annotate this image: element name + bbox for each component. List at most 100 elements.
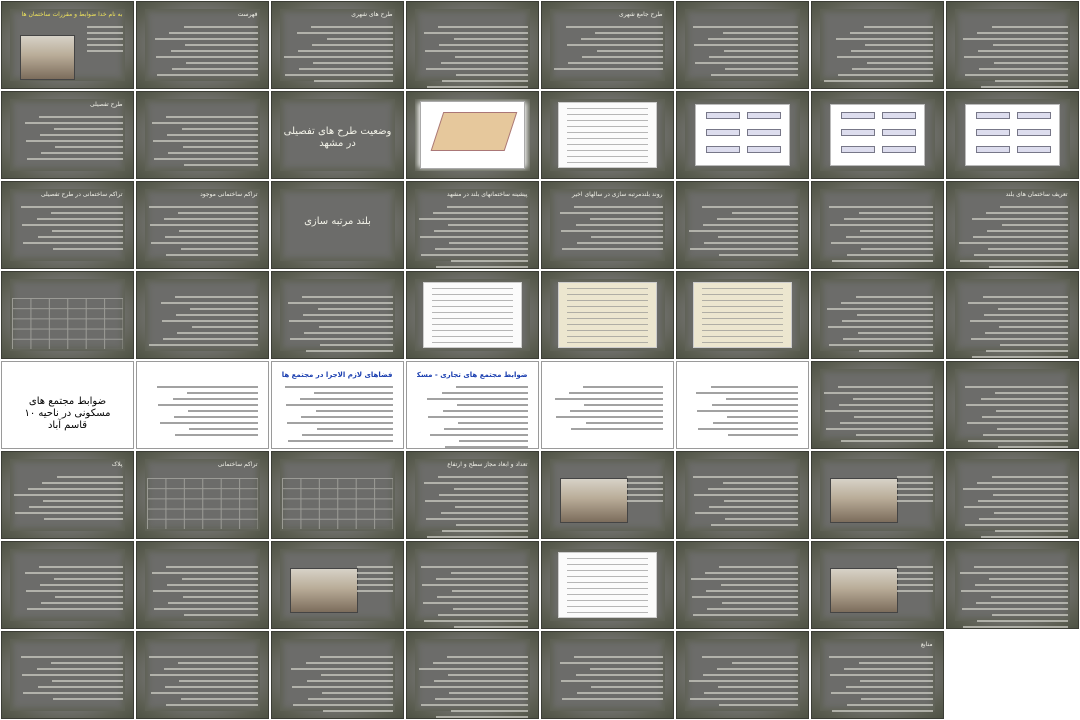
slide-table: [147, 477, 258, 530]
slide-thumbnail[interactable]: [136, 541, 269, 629]
slide-title: فضاهای لازم الاجرا در مجتمع های مسکونی: [282, 370, 393, 379]
slide-thumbnail[interactable]: [946, 451, 1079, 539]
slide-title: فهرست: [237, 10, 258, 18]
slide-thumbnail[interactable]: [946, 271, 1079, 359]
slide-thumbnail[interactable]: [406, 271, 539, 359]
slide-thumbnail[interactable]: [811, 181, 944, 269]
document-page: [557, 102, 658, 168]
slide-thumbnail[interactable]: [946, 91, 1079, 179]
chart-box: [747, 112, 782, 119]
slide-thumbnail[interactable]: [676, 451, 809, 539]
slide-text-lines: [687, 386, 798, 439]
slide-text-lines: [957, 206, 1068, 268]
slide-thumbnail[interactable]: تعریف ساختمان های بلند: [946, 181, 1079, 269]
slide-thumbnail[interactable]: [271, 271, 404, 359]
slide-table: [12, 297, 123, 350]
slide-thumbnail[interactable]: منابع: [811, 631, 944, 719]
slide-thumbnail[interactable]: طرح تفصیلی: [1, 91, 134, 179]
city-map: [420, 100, 525, 170]
slide-text-lines: [12, 476, 123, 529]
slide-title: تعریف ساختمان های بلند: [1005, 190, 1068, 198]
slide-text-lines: [417, 656, 528, 718]
slide-text-lines: [822, 656, 933, 713]
slide-thumbnail[interactable]: [946, 541, 1079, 629]
slide-text-lines: [12, 656, 123, 709]
slide-thumbnail[interactable]: [946, 1, 1079, 89]
slide-thumbnail[interactable]: [1, 541, 134, 629]
slide-thumbnail[interactable]: [676, 631, 809, 719]
slide-thumbnail[interactable]: فهرست: [136, 1, 269, 89]
slide-thumbnail[interactable]: ضوابط مجتمع های تجاری - مسکونی: [406, 361, 539, 449]
slide-thumbnail[interactable]: [541, 91, 674, 179]
slide-text-lines: [893, 566, 933, 619]
chart-box: [975, 129, 1010, 136]
slide-thumbnail[interactable]: [406, 541, 539, 629]
slide-thumbnail[interactable]: [676, 181, 809, 269]
slide-text-lines: [12, 566, 123, 619]
slide-title: روند بلندمرتبه سازی در سالهای اخیر: [572, 190, 663, 198]
slide-text-lines: [147, 386, 258, 439]
slide-text-lines: [147, 656, 258, 709]
slide-thumbnail[interactable]: [541, 451, 674, 539]
slide-text-lines: [822, 296, 933, 353]
slide-thumbnail[interactable]: روند بلندمرتبه سازی در سالهای اخیر: [541, 181, 674, 269]
slide-text-lines: [687, 566, 798, 619]
slide-thumbnail[interactable]: [541, 361, 674, 449]
slide-thumbnail[interactable]: [541, 271, 674, 359]
slide-thumbnail[interactable]: [811, 271, 944, 359]
slide-thumbnail[interactable]: [946, 361, 1079, 449]
slide-thumbnail[interactable]: [676, 361, 809, 449]
chart-box: [840, 112, 875, 119]
slide-thumbnail[interactable]: به نام خدا ضوابط و مقررات ساختمان ها: [1, 1, 134, 89]
slide-thumbnail[interactable]: [676, 1, 809, 89]
slide-thumbnail[interactable]: [676, 541, 809, 629]
slide-thumbnail[interactable]: وضعیت طرح های تفصیلی در مشهد: [271, 91, 404, 179]
slide-thumbnail[interactable]: بلند مرتبه سازی: [271, 181, 404, 269]
slide-text-lines: [552, 656, 663, 709]
slide-thumbnail[interactable]: [406, 631, 539, 719]
slide-thumbnail[interactable]: [271, 631, 404, 719]
chart-box: [1017, 129, 1052, 136]
slide-thumbnail[interactable]: [136, 361, 269, 449]
slide-text-lines: [282, 656, 393, 713]
slide-text-lines: [687, 206, 798, 259]
slide-thumbnail[interactable]: [541, 631, 674, 719]
slide-thumbnail[interactable]: تراکم ساختمانی موجود: [136, 181, 269, 269]
slide-thumbnail[interactable]: [1, 631, 134, 719]
slide-thumbnail[interactable]: [271, 451, 404, 539]
chart-box: [747, 145, 782, 153]
slide-table: [282, 477, 393, 530]
slide-text-lines: [957, 566, 1068, 628]
slide-text-lines: [957, 26, 1068, 88]
slide-thumbnail[interactable]: [136, 91, 269, 179]
chart-box: [1017, 112, 1052, 119]
slide-thumbnail[interactable]: [811, 1, 944, 89]
slide-thumbnail[interactable]: [136, 631, 269, 719]
slide-thumbnail[interactable]: تراکم ساختمانی: [136, 451, 269, 539]
slide-thumbnail[interactable]: [811, 361, 944, 449]
slide-thumbnail[interactable]: پلاک: [1, 451, 134, 539]
slide-thumbnail[interactable]: [1, 271, 134, 359]
slide-thumbnail[interactable]: [676, 271, 809, 359]
document-page: [422, 282, 523, 348]
slide-thumbnail[interactable]: پیشینه ساختمانهای بلند در مشهد: [406, 181, 539, 269]
slide-thumbnail[interactable]: [406, 1, 539, 89]
slide-thumbnail[interactable]: [811, 91, 944, 179]
slide-title: منابع: [920, 640, 933, 648]
slide-thumbnail[interactable]: ضوابط مجتمع های مسکونی در ناحیه ۱۰ قاسم …: [1, 361, 134, 449]
slide-thumbnail[interactable]: [676, 91, 809, 179]
slide-thumbnail[interactable]: [271, 541, 404, 629]
slide-thumbnail[interactable]: تعداد و ابعاد مجاز سطح و ارتفاع: [406, 451, 539, 539]
slide-thumbnail[interactable]: [541, 541, 674, 629]
slide-thumbnail[interactable]: [136, 271, 269, 359]
slide-thumbnail[interactable]: [406, 91, 539, 179]
slide-title: بلند مرتبه سازی: [304, 216, 371, 228]
slide-thumbnail[interactable]: [811, 541, 944, 629]
slide-title: به نام خدا ضوابط و مقررات ساختمان ها: [21, 10, 123, 18]
slide-thumbnail[interactable]: [811, 451, 944, 539]
slide-thumbnail[interactable]: طرح های شهری: [271, 1, 404, 89]
slide-thumbnail[interactable]: تراکم ساختمانی در طرح تفصیلی: [1, 181, 134, 269]
slide-text-lines: [147, 26, 258, 79]
slide-thumbnail[interactable]: طرح جامع شهری: [541, 1, 674, 89]
slide-thumbnail[interactable]: فضاهای لازم الاجرا در مجتمع های مسکونی: [271, 361, 404, 449]
